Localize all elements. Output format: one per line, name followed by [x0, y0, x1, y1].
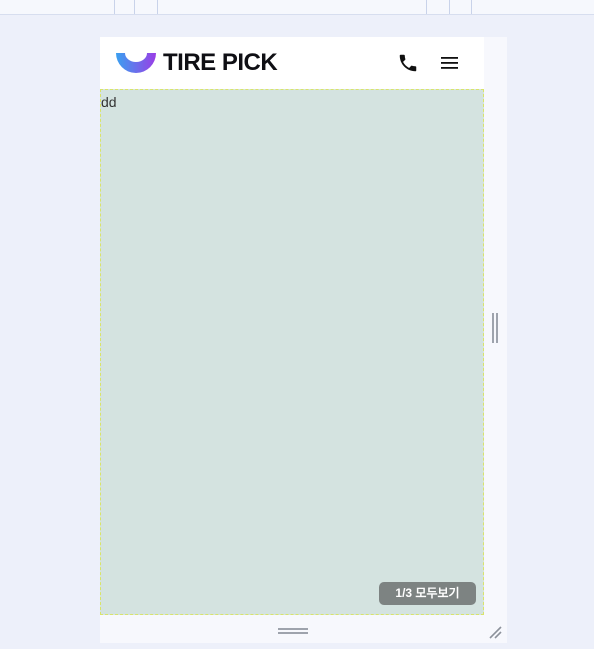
content-text: dd: [101, 94, 117, 110]
site-header: TIRE PICK: [100, 37, 484, 89]
site-logo[interactable]: TIRE PICK: [114, 49, 278, 77]
ruler-tick: [471, 0, 472, 14]
hamburger-menu-icon: [441, 57, 458, 69]
logo-mark-icon: [116, 53, 156, 73]
mobile-preview-frame: TIRE PICK dd 1/3 모두보기: [100, 37, 507, 643]
horizontal-resize-handle[interactable]: [492, 313, 498, 343]
ruler-tick: [157, 0, 158, 14]
editor-ruler: [0, 0, 594, 15]
phone-button[interactable]: [397, 52, 419, 74]
content-section[interactable]: dd 1/3 모두보기: [100, 89, 484, 615]
ruler-tick: [449, 0, 450, 14]
logo-text: TIRE PICK: [163, 49, 278, 76]
ruler-tick: [426, 0, 427, 14]
view-all-button[interactable]: 1/3 모두보기: [379, 582, 476, 605]
resize-corner-icon[interactable]: [488, 625, 502, 639]
ruler-tick: [134, 0, 135, 14]
menu-button[interactable]: [440, 54, 460, 72]
vertical-resize-handle[interactable]: [278, 628, 308, 634]
phone-icon: [399, 54, 417, 72]
ruler-tick: [114, 0, 115, 14]
